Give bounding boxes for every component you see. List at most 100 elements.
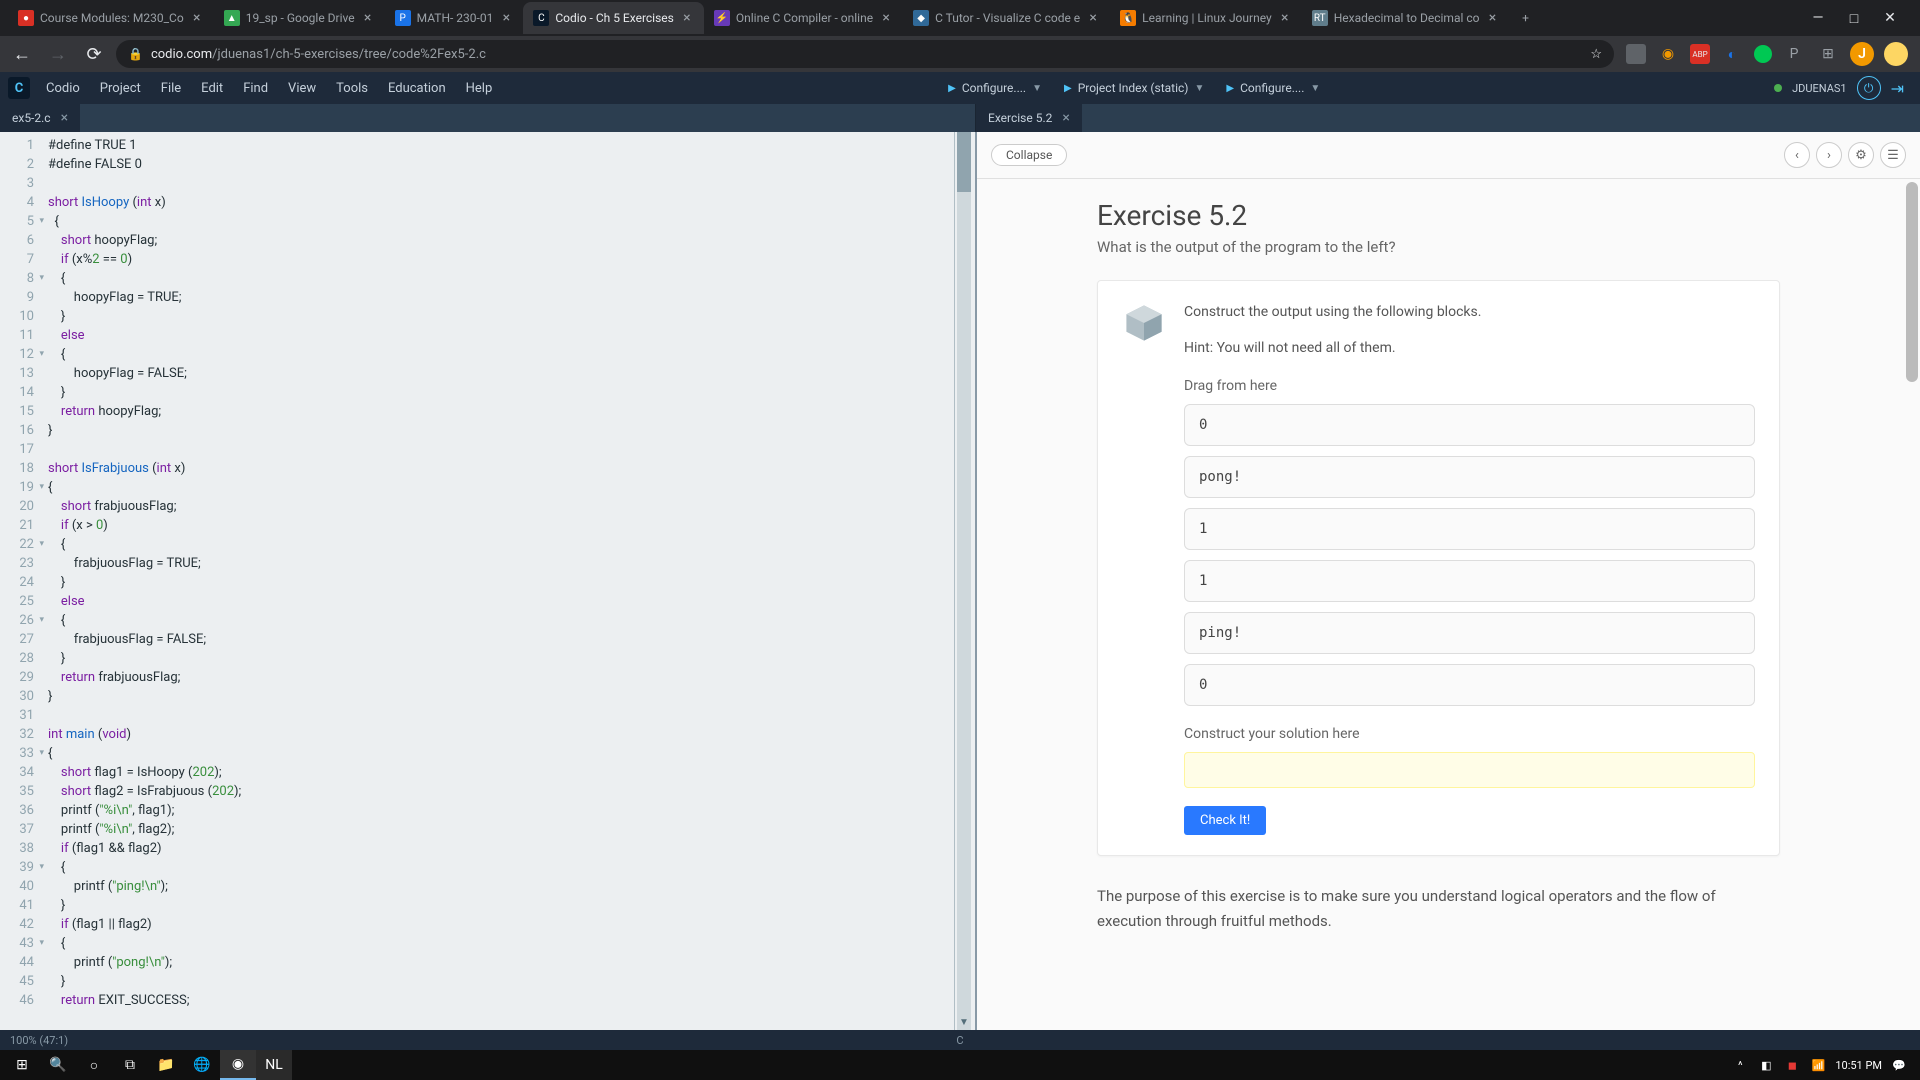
clock[interactable]: 10:51 PM <box>1835 1059 1882 1072</box>
menu-item-education[interactable]: Education <box>378 77 456 100</box>
power-button[interactable]: ⏻ <box>1857 76 1881 100</box>
forward-button[interactable]: → <box>44 40 72 68</box>
status-position: 100% (47:1) <box>10 1034 68 1047</box>
configure-button-1[interactable]: ▶ Configure.... ▼ <box>938 77 1052 99</box>
close-window-button[interactable]: ✕ <box>1880 10 1900 27</box>
collapse-button[interactable]: Collapse <box>991 144 1067 166</box>
hint-text: Hint: You will not need all of them. <box>1184 337 1481 359</box>
profile-avatar-2[interactable] <box>1884 42 1908 66</box>
check-it-button[interactable]: Check It! <box>1184 806 1266 835</box>
exit-button[interactable]: ⇥ <box>1891 79 1904 98</box>
config-label: Configure.... <box>962 81 1026 95</box>
browser-tab[interactable]: RTHexadecimal to Decimal co× <box>1302 2 1510 34</box>
favicon-icon: ▲ <box>224 10 240 26</box>
settings-button[interactable]: ⚙ <box>1848 142 1874 168</box>
browser-tab[interactable]: ●Course Modules: M230_Co× <box>8 2 214 34</box>
code-editor[interactable]: 1234567891011121314151617181920212223242… <box>0 132 975 1030</box>
drag-block[interactable]: 0 <box>1184 664 1755 706</box>
menu-item-edit[interactable]: Edit <box>191 77 233 100</box>
address-bar[interactable]: 🔒 codio.com/jduenas1/ch-5-exercises/tree… <box>116 40 1614 68</box>
browser-toolbar: ← → ⟳ 🔒 codio.com/jduenas1/ch-5-exercise… <box>0 36 1920 72</box>
drag-block[interactable]: 0 <box>1184 404 1755 446</box>
menu-item-find[interactable]: Find <box>233 77 278 100</box>
project-index-button[interactable]: ▶ Project Index (static) ▼ <box>1054 77 1214 99</box>
start-button[interactable]: ⊞ <box>4 1050 40 1080</box>
menu-item-tools[interactable]: Tools <box>326 77 378 100</box>
favicon-icon: ⚡ <box>714 10 730 26</box>
extension-icon[interactable] <box>1754 45 1772 63</box>
drag-block[interactable]: 1 <box>1184 508 1755 550</box>
exercise-scrollbar[interactable] <box>1906 182 1918 1030</box>
browser-tab[interactable]: CCodio - Ch 5 Exercises× <box>523 2 704 34</box>
scroll-down-icon[interactable]: ▼ <box>957 1017 971 1028</box>
next-button[interactable]: › <box>1816 142 1842 168</box>
file-explorer-icon[interactable]: 📁 <box>148 1050 184 1080</box>
new-tab-button[interactable]: + <box>1510 2 1542 34</box>
extension-icons: ◉ ABP ◐ P ⊞ J <box>1622 42 1912 66</box>
close-tab-icon[interactable]: × <box>499 11 513 25</box>
play-icon: ▶ <box>1226 83 1234 94</box>
tray-icon[interactable]: ◧ <box>1757 1059 1775 1072</box>
browser-tab[interactable]: ▲19_sp - Google Drive× <box>214 2 385 34</box>
extension-icon[interactable]: ◉ <box>1656 42 1680 66</box>
back-button[interactable]: ← <box>8 40 36 68</box>
close-tab-icon[interactable]: × <box>1486 11 1500 25</box>
menu-item-project[interactable]: Project <box>90 77 151 100</box>
file-tab-exercise[interactable]: Exercise 5.2 × <box>976 104 1083 132</box>
menu-item-file[interactable]: File <box>151 77 191 100</box>
scrollbar-thumb[interactable] <box>1906 182 1918 382</box>
close-tab-icon[interactable]: × <box>1086 11 1100 25</box>
cortana-icon[interactable]: ○ <box>76 1050 112 1080</box>
menu-item-codio[interactable]: Codio <box>36 77 90 100</box>
drag-block[interactable]: 1 <box>1184 560 1755 602</box>
prev-button[interactable]: ‹ <box>1784 142 1810 168</box>
drag-block[interactable]: ping! <box>1184 612 1755 654</box>
extension-icon[interactable]: ◐ <box>1720 42 1744 66</box>
solution-drop-area[interactable] <box>1184 752 1755 788</box>
close-tab-icon[interactable]: × <box>361 11 375 25</box>
browser-tab[interactable]: ⚡ Online C Compiler - online × <box>704 2 903 34</box>
edge-icon[interactable]: 🌐 <box>184 1050 220 1080</box>
exercise-toolbar: Collapse ‹ › ⚙ ☰ <box>977 132 1920 179</box>
file-tab-strip: ex5-2.c × Exercise 5.2 × <box>0 104 1920 132</box>
chrome-icon[interactable]: ◉ <box>220 1050 256 1080</box>
close-tab-icon[interactable]: × <box>680 11 694 25</box>
tab-title: Online C Compiler - online <box>736 11 873 25</box>
bookmark-star-icon[interactable]: ☆ <box>1590 47 1602 62</box>
menu-item-help[interactable]: Help <box>456 77 503 100</box>
extensions-menu-icon[interactable]: ⊞ <box>1816 42 1840 66</box>
browser-tab[interactable]: 🐧Learning | Linux Journey× <box>1110 2 1302 34</box>
menu-item-view[interactable]: View <box>278 77 326 100</box>
maximize-button[interactable]: □ <box>1844 10 1864 27</box>
close-tab-icon[interactable]: × <box>879 11 893 25</box>
search-icon[interactable]: 🔍 <box>40 1050 76 1080</box>
file-tab-code[interactable]: ex5-2.c × <box>0 104 81 132</box>
browser-tab[interactable]: ◆C Tutor - Visualize C code e× <box>903 2 1110 34</box>
code-area[interactable]: #define TRUE 1#define FALSE 0 short IsHo… <box>40 132 955 1030</box>
task-view-icon[interactable]: ⧉ <box>112 1050 148 1080</box>
minimize-button[interactable]: — <box>1808 10 1828 27</box>
drag-block[interactable]: pong! <box>1184 456 1755 498</box>
tray-icon[interactable]: ◼ <box>1783 1059 1801 1072</box>
tab-title: Codio - Ch 5 Exercises <box>555 11 674 25</box>
notifications-icon[interactable]: 💬 <box>1890 1059 1908 1072</box>
extension-icon[interactable]: ABP <box>1690 44 1710 64</box>
close-tab-icon[interactable]: × <box>61 110 68 126</box>
browser-tab[interactable]: PMATH- 230-01× <box>385 2 524 34</box>
extension-icon[interactable]: P <box>1782 42 1806 66</box>
extension-icon[interactable] <box>1626 44 1646 64</box>
profile-avatar[interactable]: J <box>1850 42 1874 66</box>
codio-logo[interactable]: C <box>8 77 30 99</box>
menu-button[interactable]: ☰ <box>1880 142 1906 168</box>
vertical-scrollbar[interactable]: ▼ <box>957 132 971 1030</box>
wifi-icon[interactable]: 📶 <box>1809 1059 1827 1072</box>
scrollbar-thumb[interactable] <box>957 132 971 192</box>
configure-button-2[interactable]: ▶ Configure.... ▼ <box>1216 77 1330 99</box>
close-tab-icon[interactable]: × <box>1278 11 1292 25</box>
close-tab-icon[interactable]: × <box>190 11 204 25</box>
tray-chevron-icon[interactable]: ^ <box>1731 1059 1749 1072</box>
app-icon[interactable]: NL <box>256 1050 292 1080</box>
close-tab-icon[interactable]: × <box>1062 110 1069 126</box>
tab-title: Course Modules: M230_Co <box>40 11 184 25</box>
reload-button[interactable]: ⟳ <box>80 40 108 68</box>
